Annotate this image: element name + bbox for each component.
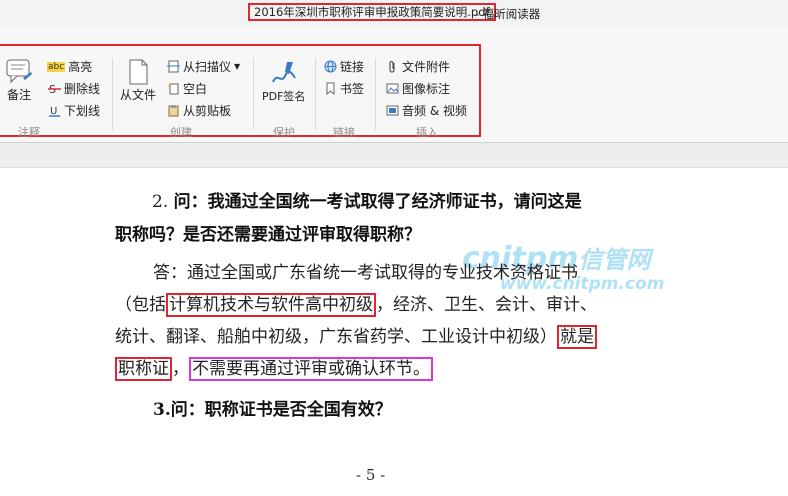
watermark-cn: 信管网	[578, 246, 651, 274]
separator	[112, 58, 113, 130]
chevron-down-icon: ▼	[234, 62, 241, 71]
globe-link-icon	[324, 60, 337, 73]
from-scanner-button[interactable]: 从扫描仪 ▼	[167, 58, 240, 75]
annotation-box-red: 就是	[557, 325, 597, 349]
image-annotation-label: 图像标注	[402, 82, 451, 96]
link-label: 链接	[340, 60, 365, 74]
note-icon	[6, 59, 32, 84]
clipboard-icon	[168, 105, 179, 117]
file-icon	[129, 59, 148, 85]
paperclip-icon	[389, 60, 395, 73]
group-label-create: 创建	[170, 126, 192, 139]
from-clipboard-label: 从剪贴板	[183, 104, 232, 118]
underline-icon: U	[49, 106, 60, 117]
note-label: 备注	[6, 88, 31, 102]
answer-line-3: 统计、翻译、船舶中初级，广东省药学、工业设计中初级） 就是	[115, 325, 597, 349]
underline-label: 下划线	[64, 104, 101, 118]
bookmark-label: 书签	[340, 82, 365, 96]
toolbar-strip	[0, 143, 788, 168]
strikeout-button[interactable]: S 删除线	[48, 80, 100, 97]
annotation-box-red: 职称证	[115, 357, 172, 381]
file-attachment-label: 文件附件	[402, 60, 451, 74]
answer-line-2: （包括 计算机技术与软件高中初级 ，经济、卫生、会计、审计、	[115, 293, 597, 317]
highlight-button[interactable]: abc 高亮	[47, 58, 92, 75]
annotation-box-magenta: 不需要再通过评审或确认环节。	[189, 357, 433, 381]
audio-video-label: 音频 & 视频	[402, 104, 467, 118]
annotation-box-red: 计算机技术与软件高中初级	[166, 293, 376, 317]
signature-icon	[271, 62, 296, 83]
scanner-icon	[167, 60, 180, 73]
from-file-label: 从文件	[120, 88, 157, 102]
image-annotation-button[interactable]: 图像标注	[386, 80, 450, 97]
window-title-filename: 2016年深圳市职称评审申报政策简要说明.pdf	[248, 3, 496, 21]
from-scanner-label: 从扫描仪	[183, 60, 232, 74]
group-label-insert: 插入	[416, 126, 438, 139]
blank-page-button[interactable]: 空白	[167, 80, 207, 97]
title-bar: 2016年深圳市职称评审申报政策简要说明.pdf - 福昕阅读器	[0, 0, 788, 26]
highlight-label: 高亮	[68, 60, 93, 74]
separator	[253, 58, 254, 130]
from-clipboard-button[interactable]: 从剪贴板	[167, 102, 231, 119]
answer-text: （包括	[115, 295, 166, 315]
underline-button[interactable]: U 下划线	[48, 102, 100, 119]
link-button[interactable]: 链接	[324, 58, 364, 75]
strikeout-label: 删除线	[64, 82, 101, 96]
group-label-protect: 保护	[273, 126, 295, 139]
image-icon	[386, 83, 399, 94]
question-2-number: 2.	[152, 192, 169, 212]
question-2-line-2: 职称吗？是否还需要通过评审取得职称？	[115, 225, 421, 245]
answer-text: 统计、翻译、船舶中初级，广东省药学、工业设计中初级）	[115, 327, 557, 347]
film-icon	[386, 105, 399, 116]
file-attachment-button[interactable]: 文件附件	[386, 58, 450, 75]
note-button[interactable]: 备注	[5, 58, 33, 103]
bookmark-button[interactable]: 书签	[324, 80, 364, 97]
answer-text: ，经济、卫生、会计、审计、	[376, 295, 597, 315]
answer-line-1: 答：通过全国或广东省统一考试取得的专业技术资格证书	[153, 263, 578, 283]
question-2-text: 问：我通过全国统一考试取得了经济师证书，请问这是	[173, 192, 582, 212]
pdf-sign-button[interactable]: PDF签名	[262, 58, 305, 104]
highlight-icon: abc	[47, 61, 66, 72]
window-title-app: - 福昕阅读器	[475, 7, 541, 21]
strikeout-icon: S	[48, 83, 61, 95]
blank-page-label: 空白	[183, 82, 208, 96]
question-2-line-1: 2. 问：我通过全国统一考试取得了经济师证书，请问这是	[152, 191, 582, 213]
group-label-annotate: 注释	[18, 126, 40, 139]
page-number: - 5 -	[356, 466, 386, 484]
pdf-sign-label: PDF签名	[262, 90, 306, 103]
audio-video-button[interactable]: 音频 & 视频	[386, 102, 467, 119]
separator	[375, 58, 376, 130]
answer-line-4: 职称证，不需要再通过评审或确认环节。	[115, 357, 433, 381]
bookmark-icon	[326, 82, 335, 95]
from-file-button[interactable]: 从文件	[120, 58, 156, 103]
group-label-links: 链接	[333, 126, 355, 139]
answer-text: ，	[172, 359, 189, 379]
question-3: 3.问：职称证书是否全国有效？	[153, 400, 392, 420]
separator	[315, 58, 316, 130]
blank-page-icon	[168, 82, 179, 95]
